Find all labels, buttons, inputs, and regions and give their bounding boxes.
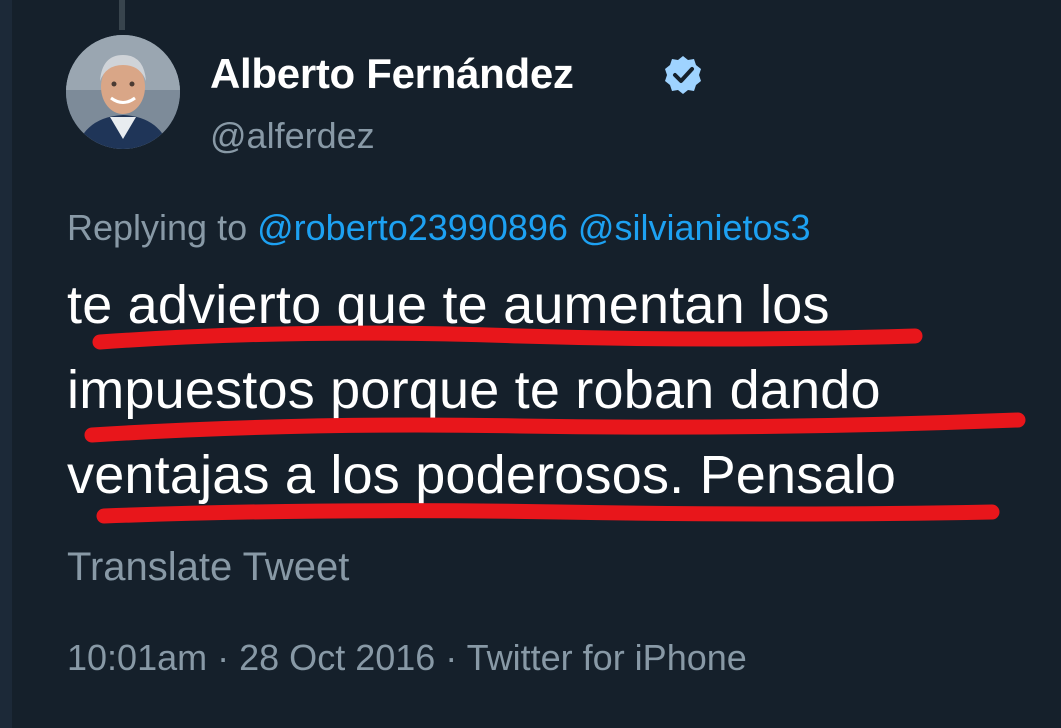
replying-prefix: Replying to bbox=[67, 207, 248, 248]
tweet-text-line: impuestos porque te roban dando bbox=[67, 360, 881, 420]
author-handle[interactable]: @alferdez bbox=[210, 115, 375, 157]
avatar[interactable] bbox=[66, 35, 180, 149]
mention-link[interactable]: @silvianietos3 bbox=[578, 207, 811, 248]
tweet-source: Twitter for iPhone bbox=[466, 637, 747, 678]
tweet-text-line: te advierto que te aumentan los bbox=[67, 275, 830, 335]
tweet-date[interactable]: 28 Oct 2016 bbox=[239, 637, 435, 678]
left-rail bbox=[0, 0, 12, 728]
tweet-text-line: ventajas a los poderosos. Pensalo bbox=[67, 445, 897, 505]
meta-separator: · bbox=[445, 637, 458, 678]
author-display-name[interactable]: Alberto Fernández bbox=[210, 50, 574, 98]
mention-link[interactable]: @roberto23990896 bbox=[257, 207, 568, 248]
thread-connector-line bbox=[119, 0, 125, 30]
tweet-text: te advierto que te aumentan los impuesto… bbox=[67, 263, 1047, 518]
avatar-photo-icon bbox=[66, 35, 180, 149]
tweet-time[interactable]: 10:01am bbox=[67, 637, 207, 678]
verified-badge-icon bbox=[665, 56, 701, 94]
replying-to: Replying to @roberto23990896 @silvianiet… bbox=[67, 207, 811, 249]
translate-tweet-link[interactable]: Translate Tweet bbox=[67, 545, 349, 590]
meta-separator: · bbox=[217, 637, 230, 678]
tweet-meta: 10:01am · 28 Oct 2016 · Twitter for iPho… bbox=[67, 637, 747, 679]
